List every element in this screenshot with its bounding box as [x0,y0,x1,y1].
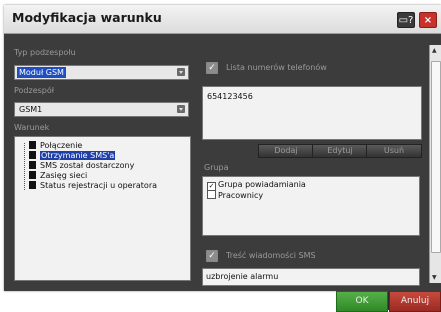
sms-checkbox-label: Treść wiadomości SMS [226,251,316,260]
sms-text-field[interactable]: uzbrojenie alarmu [202,268,420,286]
add-button[interactable]: Dodaj [258,144,314,158]
tree-item-registration-status[interactable]: Status rejestracji u operatora [29,181,157,191]
cancel-button[interactable]: Anuluj [389,291,441,312]
condition-icon [29,171,36,179]
condition-label: Warunek [14,123,50,132]
condition-icon [29,151,36,159]
scroll-up-icon[interactable]: ▲ [432,47,437,54]
phones-checkbox[interactable]: ✓ [206,62,218,74]
group-item-employees[interactable]: Pracownicy [207,190,263,200]
tree-item-connection[interactable]: Połączenie [29,141,82,151]
device-type-label: Typ podzespołu [14,48,76,57]
tree-item-sms-delivered[interactable]: SMS został dostarczony [29,161,134,171]
device-type-value: Moduł GSM [17,67,66,78]
scrollbar-thumb[interactable] [431,61,441,253]
chevron-down-icon[interactable] [177,68,185,76]
condition-icon [29,181,36,189]
subdevice-label: Podzespół [14,86,55,95]
condition-icon [29,141,36,149]
scroll-down-icon[interactable]: ▼ [432,274,437,281]
condition-tree[interactable]: Połączenie Otrzymanie SMS'a SMS został d… [14,136,191,281]
group-list[interactable]: ✓ Grupa powiadamiania Pracownicy [202,176,420,236]
edit-button[interactable]: Edytuj [312,144,368,158]
subdevice-value: GSM1 [19,105,43,114]
ok-button[interactable]: OK [336,291,388,312]
help-window-icon[interactable]: ▭? [397,12,415,28]
vertical-scrollbar[interactable]: ▲ ▼ [429,45,441,283]
group-item-notification[interactable]: ✓ Grupa powiadamiania [207,180,306,191]
condition-icon [29,161,36,169]
group-label: Grupa [204,163,229,172]
condition-dialog: Modyfikacja warunku ▭? × Typ podzespołu … [4,5,441,291]
phone-number[interactable]: 654123456 [207,92,253,101]
phones-checkbox-label: Lista numerów telefonów [226,63,327,72]
dialog-title: Modyfikacja warunku [12,10,162,25]
close-button[interactable]: × [419,12,437,28]
remove-button[interactable]: Usuń [366,144,422,158]
chevron-down-icon[interactable] [177,105,185,113]
checkbox-icon[interactable] [207,190,216,199]
phone-list[interactable]: 654123456 [202,86,422,140]
sms-text-value: uzbrojenie alarmu [206,272,279,281]
tree-item-sms-received[interactable]: Otrzymanie SMS'a [29,151,116,161]
sms-checkbox[interactable]: ✓ [206,250,218,262]
title-bar[interactable]: Modyfikacja warunku ▭? × [4,5,441,34]
tree-connector [24,143,25,190]
subdevice-select[interactable]: GSM1 [14,102,189,117]
tree-item-network-range[interactable]: Zasięg sieci [29,171,87,181]
device-type-select[interactable]: Moduł GSM [14,65,189,80]
